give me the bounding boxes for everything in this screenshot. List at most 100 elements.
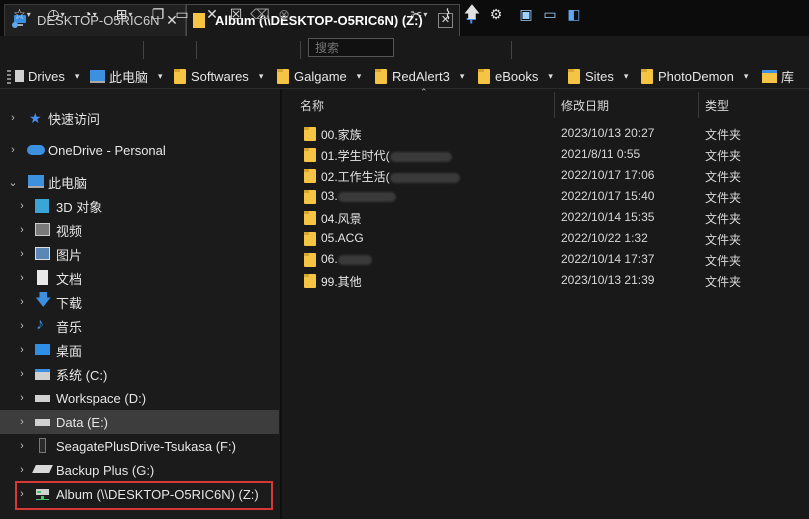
chevron-right-icon[interactable]: ›	[17, 200, 27, 212]
bookmark-sites[interactable]: Sites ▾	[568, 67, 628, 85]
dual-pane-button[interactable]: ◧	[564, 4, 584, 24]
close-window-button[interactable]: ☒	[226, 4, 246, 24]
nav-videos[interactable]: › 视频	[0, 218, 279, 242]
column-header-modified[interactable]: 修改日期	[561, 97, 609, 114]
grip-handle[interactable]	[7, 70, 11, 84]
nav-drive-e[interactable]: › Data (E:)	[0, 410, 279, 434]
nav-drive-g[interactable]: › Backup Plus (G:)	[0, 458, 279, 482]
nav-onedrive[interactable]: › OneDrive - Personal	[0, 138, 279, 162]
chevron-right-icon[interactable]: ›	[17, 368, 27, 380]
system-drive-icon	[35, 369, 50, 380]
bookmark-photodemon[interactable]: PhotoDemon ▾	[641, 67, 748, 85]
close-others-button[interactable]: ⊗	[274, 4, 294, 24]
file-date: 2022/10/14 15:35	[561, 210, 655, 224]
drive-icon	[35, 419, 50, 426]
file-row[interactable]: 99.其他 2023/10/13 21:39 文件夹	[282, 270, 809, 291]
file-name: 03.	[321, 189, 396, 203]
nav-quick-access[interactable]: › ★ 快速访问	[0, 106, 279, 130]
column-header-name[interactable]: 名称	[300, 97, 324, 114]
highlight-box	[15, 481, 273, 510]
nav-documents[interactable]: › 文档	[0, 266, 279, 290]
bookmark-this-pc[interactable]: 此电脑 ▾	[90, 67, 163, 85]
chevron-right-icon[interactable]: ›	[17, 440, 27, 452]
file-row[interactable]: 04.风景 2022/10/14 15:35 文件夹	[282, 207, 809, 228]
search-input[interactable]	[308, 38, 394, 57]
chevron-right-icon[interactable]: ›	[17, 416, 27, 428]
layout-button[interactable]: ▭	[172, 4, 192, 24]
file-date: 2021/8/11 0:55	[561, 147, 641, 161]
windows-button[interactable]: ⊞ ▾	[110, 4, 138, 24]
nav-label: Data (E:)	[56, 414, 109, 430]
bookmark-label: 此电脑	[109, 69, 149, 85]
chevron-right-icon[interactable]: ›	[8, 112, 18, 124]
pane-button[interactable]: ▣	[516, 4, 536, 24]
file-date: 2022/10/17 15:40	[561, 189, 655, 203]
chevron-right-icon[interactable]: ›	[17, 296, 27, 308]
redaction-blur	[389, 172, 460, 183]
computer-icon	[90, 69, 105, 83]
file-name: 99.其他	[321, 275, 362, 289]
nav-drive-f[interactable]: › SeagatePlusDrive-Tsukasa (F:)	[0, 434, 279, 458]
folder-icon	[375, 68, 387, 84]
folder-icon	[304, 211, 316, 225]
chevron-right-icon[interactable]: ›	[17, 320, 27, 332]
file-name: 01.学生时代(	[321, 147, 452, 164]
nav-drive-c[interactable]: › 系统 (C:)	[0, 362, 279, 386]
file-type: 文件夹	[705, 233, 742, 247]
nav-label: 3D 对象	[56, 199, 103, 215]
bookmark-galgame[interactable]: Galgame ▾	[277, 67, 361, 85]
bookmark-drives[interactable]: Drives ▾	[15, 67, 79, 85]
file-row[interactable]: 03. 2022/10/17 15:40 文件夹	[282, 186, 809, 207]
bookmark-softwares[interactable]: Softwares ▾	[174, 67, 263, 85]
bookmark-label: Galgame	[294, 68, 347, 84]
column-divider[interactable]	[698, 92, 699, 118]
favorites-button[interactable]: ☆ ▾	[8, 4, 36, 24]
close-left-button[interactable]: ⌫	[250, 4, 270, 24]
column-header-type[interactable]: 类型	[705, 97, 729, 114]
close-tab-button[interactable]: ✕	[202, 4, 222, 24]
chevron-right-icon[interactable]: ›	[17, 248, 27, 260]
nav-downloads[interactable]: › 🡇 下载	[0, 290, 279, 314]
nav-drive-d[interactable]: › Workspace (D:)	[0, 386, 279, 410]
up-folder-button[interactable]: 🡅	[462, 4, 482, 24]
attach-button[interactable]: ⌇	[438, 4, 458, 24]
history-button[interactable]: ◷ ▾	[42, 4, 70, 24]
recent-button[interactable]: ◔ ▾	[76, 4, 104, 24]
bookmark-library[interactable]: 库	[762, 67, 794, 85]
folder-icon	[568, 68, 580, 84]
tools-button[interactable]: ✂ ▾	[404, 4, 434, 24]
file-row[interactable]: 01.学生时代( 2021/8/11 0:55 文件夹	[282, 144, 809, 165]
file-row[interactable]: 05.ACG 2022/10/22 1:32 文件夹	[282, 228, 809, 249]
chevron-right-icon[interactable]: ›	[17, 272, 27, 284]
nav-label: 系统 (C:)	[56, 367, 108, 383]
folder-icon	[641, 68, 653, 84]
nav-3d-objects[interactable]: › 3D 对象	[0, 194, 279, 218]
chevron-down-icon[interactable]: ⌄	[8, 176, 18, 189]
nav-desktop[interactable]: › 桌面	[0, 338, 279, 362]
file-row[interactable]: 02.工作生活( 2022/10/17 17:06 文件夹	[282, 165, 809, 186]
bookmark-ebooks[interactable]: eBooks ▾	[478, 67, 553, 85]
arrow-up-icon: 🡅	[463, 3, 481, 21]
chevron-right-icon[interactable]: ›	[17, 464, 27, 476]
nav-pictures[interactable]: › 图片	[0, 242, 279, 266]
folder-icon	[304, 253, 316, 267]
file-row[interactable]: 00.家族 2023/10/13 20:27 文件夹	[282, 123, 809, 144]
nav-this-pc[interactable]: ⌄ 此电脑	[0, 170, 279, 194]
chevron-right-icon[interactable]: ›	[17, 224, 27, 236]
separator	[511, 41, 512, 59]
file-row[interactable]: 06. 2022/10/14 17:37 文件夹	[282, 249, 809, 270]
bookmark-redalert3[interactable]: RedAlert3 ▾	[375, 67, 464, 85]
preview-button[interactable]: ▭	[540, 4, 560, 24]
nav-music[interactable]: › ♪ 音乐	[0, 314, 279, 338]
file-date: 2023/10/13 20:27	[561, 126, 655, 140]
chevron-right-icon[interactable]: ›	[17, 392, 27, 404]
column-divider[interactable]	[554, 92, 555, 118]
scissors-icon: ✂	[410, 5, 423, 22]
chevron-right-icon[interactable]: ›	[8, 144, 18, 156]
nav-label: 下载	[56, 295, 83, 311]
close-icon: ✕	[206, 5, 218, 22]
new-window-button[interactable]: ❐	[148, 4, 168, 24]
settings-button[interactable]: ⚙	[486, 4, 506, 24]
chevron-right-icon[interactable]: ›	[17, 344, 27, 356]
computer-icon	[28, 175, 44, 188]
